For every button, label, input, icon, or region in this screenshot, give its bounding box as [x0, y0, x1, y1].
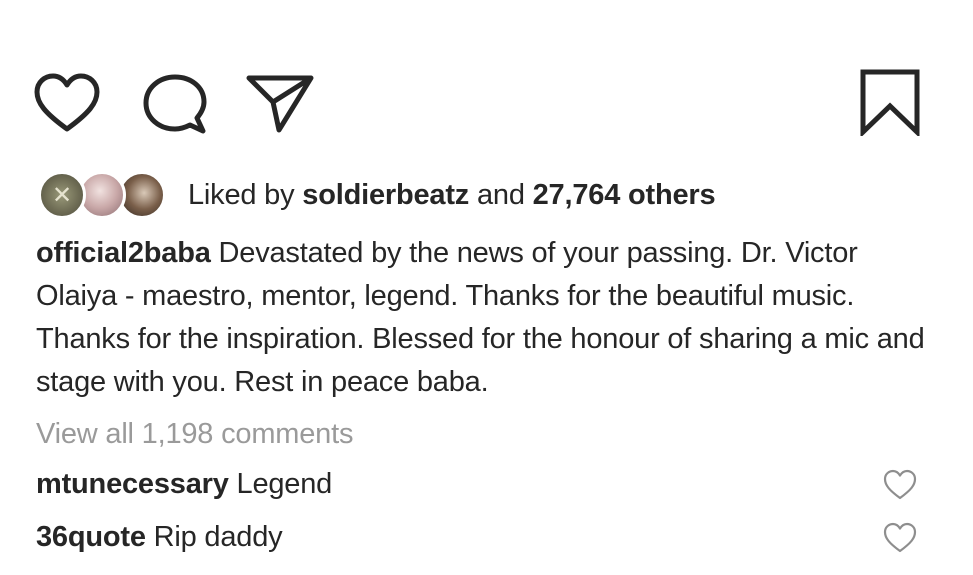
paper-plane-icon[interactable]	[245, 72, 315, 134]
likes-prefix: Liked by	[188, 178, 295, 211]
comment-username[interactable]: 36quote	[36, 521, 146, 553]
comment-username[interactable]: mtunecessary	[36, 468, 229, 500]
liker-avatars[interactable]: ✕	[38, 168, 170, 222]
likes-summary: ✕ Liked by soldierbeatz and 27,764 other…	[38, 168, 716, 222]
likes-conjunction: and	[476, 178, 525, 211]
liker-username[interactable]: soldierbeatz	[302, 179, 469, 211]
heart-icon[interactable]	[33, 73, 101, 135]
comment-like-heart-icon[interactable]	[883, 522, 917, 554]
avatar: ✕	[38, 171, 86, 219]
post-action-bar	[0, 0, 973, 150]
comment-text: Rip daddy	[153, 521, 283, 553]
x-logo-icon: ✕	[51, 181, 73, 209]
view-all-comments-link[interactable]: View all 1,198 comments	[36, 418, 353, 451]
comment-icon[interactable]	[143, 74, 207, 136]
post-caption: official2baba Devastated by the news of …	[36, 232, 936, 404]
likes-others-count[interactable]: 27,764 others	[533, 179, 716, 211]
caption-username[interactable]: official2baba	[36, 237, 211, 269]
likes-count[interactable]: Liked by soldierbeatz and 27,764 others	[188, 178, 716, 212]
comment-item: 36quote Rip daddy	[36, 521, 283, 554]
comment-like-heart-icon[interactable]	[883, 469, 917, 501]
comment-item: mtunecessary Legend	[36, 468, 332, 501]
comment-text: Legend	[236, 468, 333, 500]
bookmark-icon[interactable]	[858, 68, 922, 136]
